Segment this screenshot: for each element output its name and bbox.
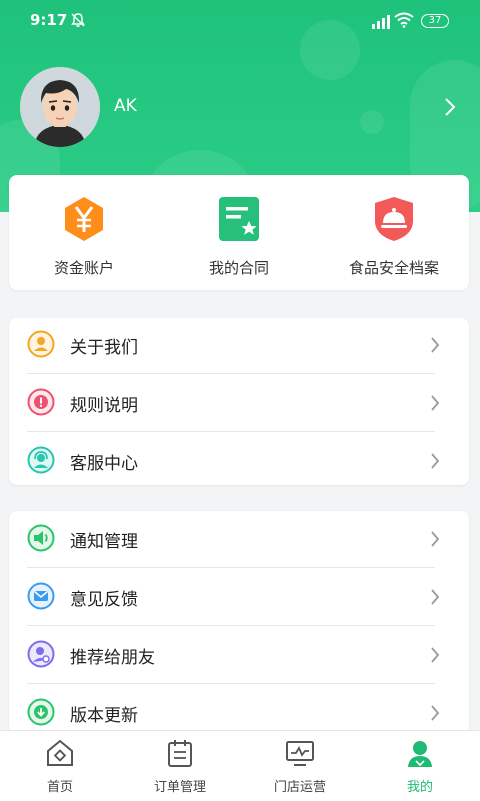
battery-icon: 37	[421, 14, 449, 28]
battery-level: 37	[428, 15, 442, 26]
quick-action-label: 食品安全档案	[348, 259, 439, 277]
quick-actions-card: 资金账户 我的合同 食品安全档案	[9, 175, 469, 290]
update-icon	[27, 698, 55, 726]
menu-item-label: 通知管理	[70, 532, 138, 552]
food-safety-icon	[375, 197, 413, 241]
chevron-right-icon	[431, 395, 440, 411]
menu-item-label: 客服中心	[70, 454, 138, 474]
yen-icon	[65, 197, 103, 241]
store-icon	[286, 741, 314, 766]
feedback-icon	[27, 582, 55, 610]
menu-item-label: 规则说明	[70, 396, 138, 416]
menu-item-notifications[interactable]: 通知管理	[27, 510, 440, 568]
clock: 9:17	[30, 11, 68, 29]
tab-store-operations[interactable]: 门店运营	[240, 731, 360, 801]
avatar-illustration	[20, 67, 100, 147]
tab-label: 我的	[406, 780, 433, 795]
tab-label: 首页	[46, 780, 73, 795]
notification-icon	[27, 524, 55, 552]
profile-icon	[408, 741, 432, 767]
recommend-icon	[27, 640, 55, 668]
chevron-right-icon	[431, 453, 440, 469]
decor-circle	[360, 110, 384, 134]
quick-action-fund-account[interactable]: 资金账户	[9, 195, 159, 278]
tab-label: 门店运营	[273, 780, 326, 795]
contract-icon	[219, 197, 259, 241]
customer-service-icon	[27, 446, 55, 474]
tab-orders[interactable]: 订单管理	[120, 731, 240, 801]
orders-icon	[168, 740, 192, 767]
chevron-right-icon[interactable]	[442, 96, 458, 118]
about-icon	[27, 330, 55, 358]
chevron-right-icon	[431, 337, 440, 353]
menu-item-recommend[interactable]: 推荐给朋友	[27, 626, 440, 684]
status-bar: 9:17 37	[0, 0, 480, 44]
tab-label: 订单管理	[153, 780, 206, 795]
home-icon	[47, 739, 73, 766]
quick-action-my-contract[interactable]: 我的合同	[164, 195, 314, 278]
avatar[interactable]	[20, 67, 100, 147]
menu-item-about-us[interactable]: 关于我们	[27, 316, 440, 374]
menu-item-label: 推荐给朋友	[70, 648, 155, 668]
chevron-right-icon	[431, 705, 440, 721]
quick-action-label: 资金账户	[53, 259, 114, 277]
quick-action-label: 我的合同	[208, 259, 269, 277]
menu-item-customer-service[interactable]: 客服中心	[27, 432, 440, 490]
wifi-icon	[394, 12, 414, 28]
menu-item-label: 版本更新	[70, 706, 138, 726]
menu-item-label: 意见反馈	[70, 590, 138, 610]
mute-icon	[71, 13, 85, 27]
tab-home[interactable]: 首页	[0, 731, 120, 801]
chevron-right-icon	[431, 589, 440, 605]
username: AK	[114, 96, 137, 116]
menu-item-rules[interactable]: 规则说明	[27, 374, 440, 432]
chevron-right-icon	[431, 647, 440, 663]
bottom-tab-bar: 首页 订单管理 门店运营 我的	[0, 730, 480, 801]
chevron-right-icon	[431, 531, 440, 547]
tab-profile[interactable]: 我的	[360, 731, 480, 801]
menu-item-feedback[interactable]: 意见反馈	[27, 568, 440, 626]
signal-icon	[372, 15, 390, 29]
quick-action-food-safety[interactable]: 食品安全档案	[319, 195, 469, 278]
menu-item-label: 关于我们	[70, 338, 138, 358]
rules-icon	[27, 388, 55, 416]
